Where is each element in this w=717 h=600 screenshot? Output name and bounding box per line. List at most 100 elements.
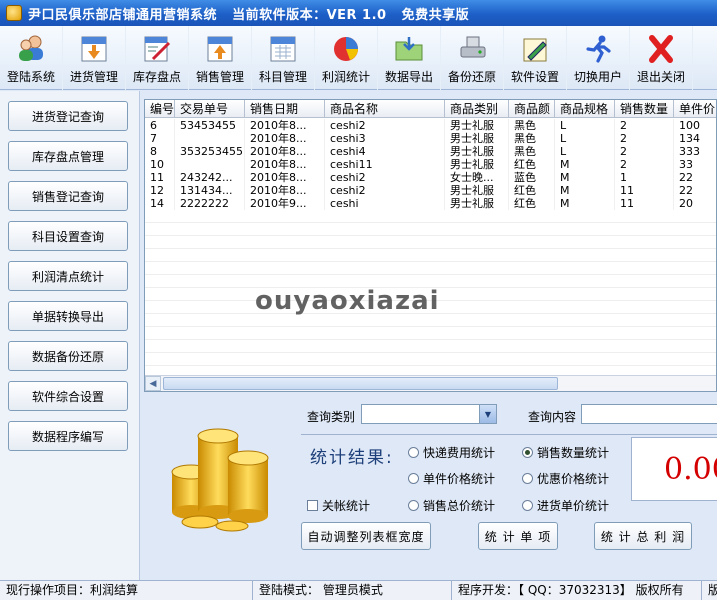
radio-sales-total[interactable]: 销售总价统计 [408,497,495,514]
status-login-mode: 登陆模式： 管理员模式 [253,580,452,600]
table-cell [175,132,245,145]
nav-inventory-manage-button[interactable]: 库存盘点管理 [8,141,128,171]
radio-dot [408,473,419,484]
stat-total-profit-button[interactable]: 统 计 总 利 润 [594,522,692,550]
checkbox-label: 关帐统计 [322,499,371,513]
toolbar-switch-user-button[interactable]: 切换用户 [567,26,630,90]
nav-export-button[interactable]: 单据转换导出 [8,301,128,331]
grid-header: 编号 交易单号 销售日期 商品名称 商品类别 商品颜 商品规格 销售数量 单件价 [145,100,716,118]
column-header[interactable]: 单件价 [674,100,716,118]
close-account-checkbox[interactable]: 关帐统计 [307,497,370,514]
radio-express-fee[interactable]: 快递费用统计 [408,444,495,461]
table-cell: 2010年8... [245,119,325,132]
table-row[interactable]: 12 131434... 2010年8... ceshi2 男士礼服 红色 M 11 22 [145,184,716,197]
subject-calendar-icon [266,32,300,64]
table-row[interactable]: 6 53453455 2010年8... ceshi2 男士礼服 黑色 L 2 100 [145,119,716,132]
query-type-select[interactable]: ▼ [361,404,497,424]
radio-discount-price[interactable]: 优惠价格统计 [522,470,609,487]
radio-dot-selected [522,447,533,458]
column-header[interactable]: 编号 [145,100,175,118]
status-extra: 版 [708,582,717,597]
table-cell: 红色 [509,197,555,210]
toolbar-exit-button[interactable]: 退出关闭 [630,26,693,90]
toolbar-label: 退出关闭 [636,70,685,84]
table-cell: 11 [145,171,175,184]
column-header[interactable]: 商品规格 [555,100,615,118]
radio-purchase-unit[interactable]: 进货单价统计 [522,497,609,514]
toolbar-inventory-button[interactable]: 库存盘点 [126,26,189,90]
table-row[interactable]: 8 353253455 2010年8... ceshi4 男士礼服 黑色 L 2 333 [145,145,716,158]
table-cell: 2 [615,145,674,158]
scroll-left-arrow-icon[interactable]: ◀ [145,376,161,391]
table-cell: M [555,197,615,210]
autofit-columns-button[interactable]: 自动调整列表框宽度 [301,522,431,550]
toolbar-purchase-button[interactable]: 进货管理 [63,26,126,90]
chevron-down-icon[interactable]: ▼ [479,405,496,423]
title-bar: 尹口民俱乐部店铺通用营销系统 当前软件版本：VER 1.0 免费共享版 [0,0,717,26]
profit-pie-chart-icon [329,32,363,64]
table-row[interactable]: 14 2222222 2010年9... ceshi 男士礼服 红色 M 11 20 [145,197,716,210]
toolbar-backup-button[interactable]: 备份还原 [441,26,504,90]
empty-row [145,262,716,275]
table-cell: 8 [145,145,175,158]
sales-data-grid[interactable]: 编号 交易单号 销售日期 商品名称 商品类别 商品颜 商品规格 销售数量 单件价… [144,99,717,392]
table-cell: 黑色 [509,119,555,132]
table-row[interactable]: 7 2010年8... ceshi3 男士礼服 黑色 L 2 134 [145,132,716,145]
table-cell: 12 [145,184,175,197]
column-header[interactable]: 商品颜 [509,100,555,118]
nav-subject-query-button[interactable]: 科目设置查询 [8,221,128,251]
toolbar-settings-button[interactable]: 软件设置 [504,26,567,90]
nav-sales-query-button[interactable]: 销售登记查询 [8,181,128,211]
scrollbar-thumb[interactable] [163,377,558,390]
table-cell: ceshi [325,197,445,210]
sales-calendar-icon [203,32,237,64]
switch-user-runner-icon [581,32,615,64]
checkbox-box [307,500,318,511]
nav-program-button[interactable]: 数据程序编写 [8,421,128,451]
empty-row [145,340,716,353]
toolbar-export-button[interactable]: 数据导出 [378,26,441,90]
toolbar-profit-button[interactable]: 利润统计 [315,26,378,90]
exit-close-icon [644,32,678,64]
left-nav-panel: 进货登记查询 库存盘点管理 销售登记查询 科目设置查询 利润清点统计 单据转换导… [0,91,140,580]
table-cell: 131434... [175,184,245,197]
table-row[interactable]: 11 243242... 2010年8... ceshi2 女士晚... 蓝色 M 1 22 [145,171,716,184]
toolbar-sales-button[interactable]: 销售管理 [189,26,252,90]
table-cell: 蓝色 [509,171,555,184]
table-cell: 2010年8... [245,184,325,197]
radio-unit-price[interactable]: 单件价格统计 [408,470,495,487]
toolbar-label: 进货管理 [69,70,118,84]
column-header[interactable]: 商品名称 [325,100,445,118]
table-cell: ceshi11 [325,158,445,171]
main-toolbar: 登陆系统 进货管理 库存盘点 销售管理 科目管理 利润统计 数据导出 备份还原 … [0,26,717,90]
nav-settings-button[interactable]: 软件综合设置 [8,381,128,411]
table-cell: 2222222 [175,197,245,210]
column-header[interactable]: 商品类别 [445,100,509,118]
column-header[interactable]: 销售数量 [615,100,674,118]
toolbar-login-button[interactable]: 登陆系统 [0,26,63,90]
nav-profit-stats-button[interactable]: 利润清点统计 [8,261,128,291]
toolbar-label: 切换用户 [573,70,622,84]
empty-row [145,223,716,236]
table-row[interactable]: 10 2010年8... ceshi11 男士礼服 红色 M 2 33 [145,158,716,171]
gold-coins-illustration [160,414,280,534]
empty-row [145,210,716,223]
toolbar-label: 备份还原 [447,70,496,84]
table-cell: 20 [674,197,716,210]
table-cell: 红色 [509,158,555,171]
column-header[interactable]: 交易单号 [175,100,245,118]
inventory-check-icon [140,32,174,64]
horizontal-scrollbar[interactable]: ◀ [145,375,716,391]
nav-backup-button[interactable]: 数据备份还原 [8,341,128,371]
table-cell: 2010年9... [245,197,325,210]
table-cell: M [555,171,615,184]
column-header[interactable]: 销售日期 [245,100,325,118]
nav-purchase-query-button[interactable]: 进货登记查询 [8,101,128,131]
toolbar-subject-button[interactable]: 科目管理 [252,26,315,90]
empty-row [145,327,716,340]
stat-single-button[interactable]: 统 计 单 项 [478,522,558,550]
query-content-input[interactable] [581,404,717,424]
table-cell: ceshi2 [325,119,445,132]
radio-sales-quantity[interactable]: 销售数量统计 [522,444,609,461]
toolbar-label: 软件设置 [510,70,559,84]
